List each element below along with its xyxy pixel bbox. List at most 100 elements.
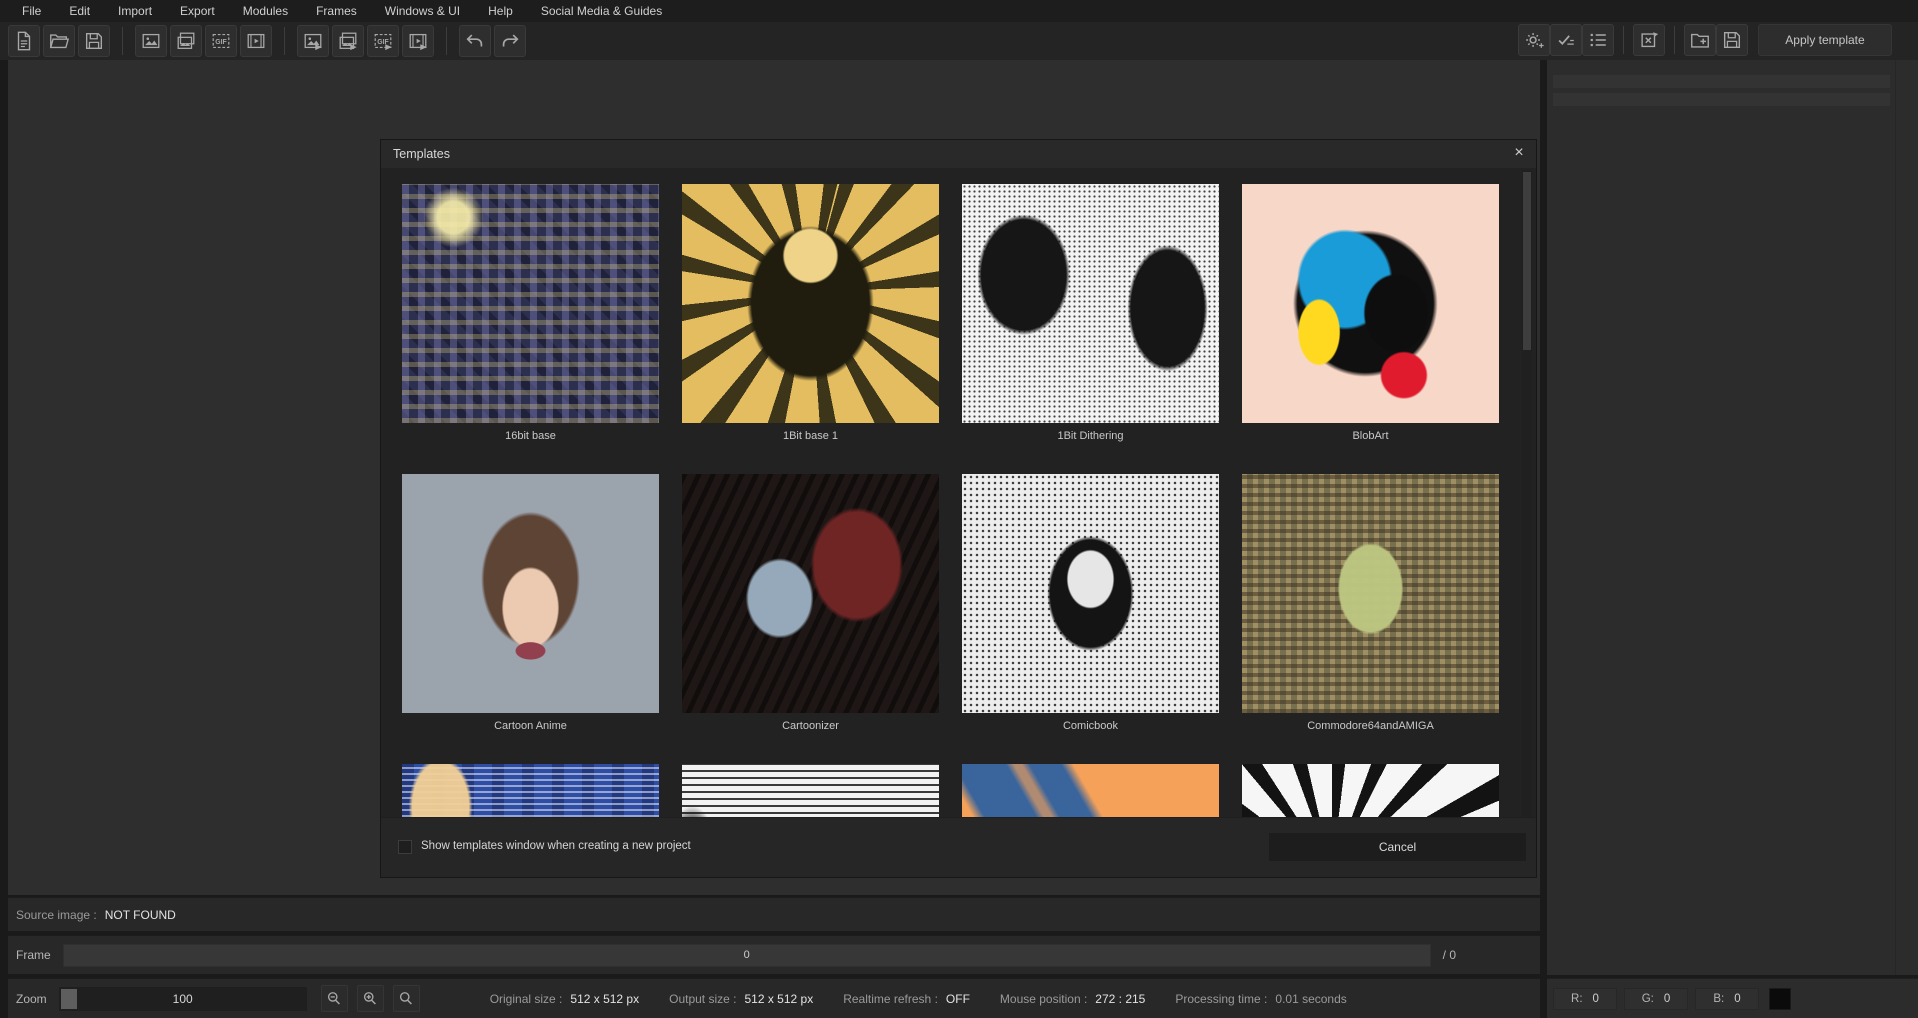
template-folder-add-button[interactable] (1684, 24, 1716, 56)
template-tile[interactable]: 1Bit Dithering (962, 184, 1219, 443)
apply-template-button[interactable]: Apply template (1758, 24, 1892, 56)
right-sidebar (1547, 60, 1918, 975)
export-image-sequence-button[interactable] (332, 25, 364, 57)
template-label: 16bit base (402, 430, 659, 443)
rgb-value-g: G:0 (1624, 988, 1688, 1010)
zoom-slider[interactable]: 100 (59, 987, 307, 1011)
import-gif-icon: GIF (210, 30, 232, 52)
template-label: Commodore64andAMIGA (1242, 720, 1499, 733)
dialog-scrollbar-thumb[interactable] (1523, 172, 1531, 350)
template-tile[interactable]: 1Bit base 1 (682, 184, 939, 443)
zoom-bar: Zoom 100 Original size :512 x 512 pxOutp… (8, 978, 1540, 1018)
template-tile[interactable] (402, 764, 659, 819)
status-field-label: Realtime refresh : (843, 992, 938, 1006)
template-label: Cartoonizer (682, 720, 939, 733)
import-image-sequence-button[interactable] (170, 25, 202, 57)
template-tile[interactable]: Comicbook (962, 474, 1219, 733)
template-list-add-button[interactable] (1582, 24, 1614, 56)
menu-item-edit[interactable]: Edit (55, 0, 104, 22)
template-thumbnail[interactable] (962, 764, 1219, 819)
menu-item-help[interactable]: Help (474, 0, 527, 22)
cancel-button[interactable]: Cancel (1269, 833, 1526, 861)
template-tile[interactable]: 16bit base (402, 184, 659, 443)
rgb-value-b: B:0 (1695, 988, 1759, 1010)
dialog-header[interactable]: Templates × (381, 140, 1536, 169)
new-file-icon (13, 30, 35, 52)
zoom-out-tool-button[interactable] (321, 985, 348, 1012)
template-thumbnail[interactable] (1242, 474, 1499, 713)
template-thumbnail[interactable] (962, 184, 1219, 423)
close-icon[interactable]: × (1508, 142, 1530, 164)
dialog-scrollbar[interactable] (1522, 170, 1532, 817)
export-gif-button[interactable]: GIF (367, 25, 399, 57)
menu-item-import[interactable]: Import (104, 0, 166, 22)
menu-item-social-media-guides[interactable]: Social Media & Guides (527, 0, 676, 22)
zoom-in-tool-button[interactable] (357, 985, 384, 1012)
template-tile[interactable]: Cartoon Anime (402, 474, 659, 733)
show-templates-checkbox[interactable] (398, 840, 412, 854)
menu-item-file[interactable]: File (8, 0, 55, 22)
menu-bar: FileEditImportExportModulesFramesWindows… (0, 0, 1918, 22)
frame-bar: Frame 0 / 0 (8, 935, 1540, 974)
import-video-button[interactable] (240, 25, 272, 57)
template-tile[interactable] (1242, 764, 1499, 819)
rgb-value-r: R:0 (1553, 988, 1617, 1010)
template-thumbnail[interactable] (402, 184, 659, 423)
zoom-reset-tool-button[interactable] (393, 985, 420, 1012)
source-image-value: NOT FOUND (105, 908, 176, 922)
menu-item-export[interactable]: Export (166, 0, 229, 22)
template-label: 1Bit Dithering (962, 430, 1219, 443)
template-tile[interactable]: Commodore64andAMIGA (1242, 474, 1499, 733)
template-check-button[interactable] (1550, 24, 1582, 56)
import-gif-button[interactable]: GIF (205, 25, 237, 57)
status-field-value: 512 x 512 px (570, 992, 639, 1006)
import-video-icon (245, 30, 267, 52)
export-gif-icon: GIF (372, 30, 394, 52)
template-thumbnail[interactable] (402, 474, 659, 713)
toolbar-separator (1623, 26, 1624, 54)
template-settings-button[interactable] (1518, 24, 1550, 56)
template-thumbnail[interactable] (682, 184, 939, 423)
import-image-icon (140, 30, 162, 52)
template-tile[interactable]: Cartoonizer (682, 474, 939, 733)
dialog-title: Templates (381, 140, 1536, 168)
template-thumbnail[interactable] (1242, 764, 1499, 819)
redo-button[interactable] (494, 25, 526, 57)
status-field-label: Original size : (490, 992, 563, 1006)
export-image-button[interactable] (297, 25, 329, 57)
new-file-button[interactable] (8, 25, 40, 57)
template-folder-add-icon (1689, 29, 1711, 51)
menu-item-frames[interactable]: Frames (302, 0, 371, 22)
template-thumbnail[interactable] (962, 474, 1219, 713)
export-video-icon (407, 30, 429, 52)
open-file-button[interactable] (43, 25, 75, 57)
template-thumbnail[interactable] (682, 764, 939, 819)
template-save-button[interactable] (1716, 24, 1748, 56)
import-image-button[interactable] (135, 25, 167, 57)
template-delete-icon (1638, 29, 1660, 51)
template-tile[interactable] (682, 764, 939, 819)
frame-slider[interactable]: 0 (63, 944, 1431, 967)
frame-label: Frame (16, 948, 51, 962)
source-image-bar: Source image : NOT FOUND (8, 897, 1540, 931)
save-file-button[interactable] (78, 25, 110, 57)
template-thumbnail[interactable] (1242, 184, 1499, 423)
templates-scroll-area: 16bit base 1Bit base 1 1Bit Dithering BlobA… (381, 168, 1536, 819)
export-video-button[interactable] (402, 25, 434, 57)
menu-item-windows-ui[interactable]: Windows & UI (371, 0, 474, 22)
template-thumbnail[interactable] (402, 764, 659, 819)
zoom-slider-handle[interactable] (61, 989, 77, 1009)
template-tile[interactable]: BlobArt (1242, 184, 1499, 443)
template-delete-button[interactable] (1633, 24, 1665, 56)
templates-dialog: Templates × 16bit base 1Bit base 1 1Bit Di… (380, 139, 1537, 878)
zoom-value: 100 (173, 992, 193, 1006)
undo-button[interactable] (459, 25, 491, 57)
sidebar-row[interactable] (1553, 93, 1890, 106)
template-thumbnail[interactable] (682, 474, 939, 713)
redo-icon (499, 30, 521, 52)
template-tile[interactable] (962, 764, 1219, 819)
menu-item-modules[interactable]: Modules (229, 0, 302, 22)
status-field-value: 272 : 215 (1095, 992, 1145, 1006)
open-file-icon (48, 30, 70, 52)
sidebar-row[interactable] (1553, 75, 1890, 88)
